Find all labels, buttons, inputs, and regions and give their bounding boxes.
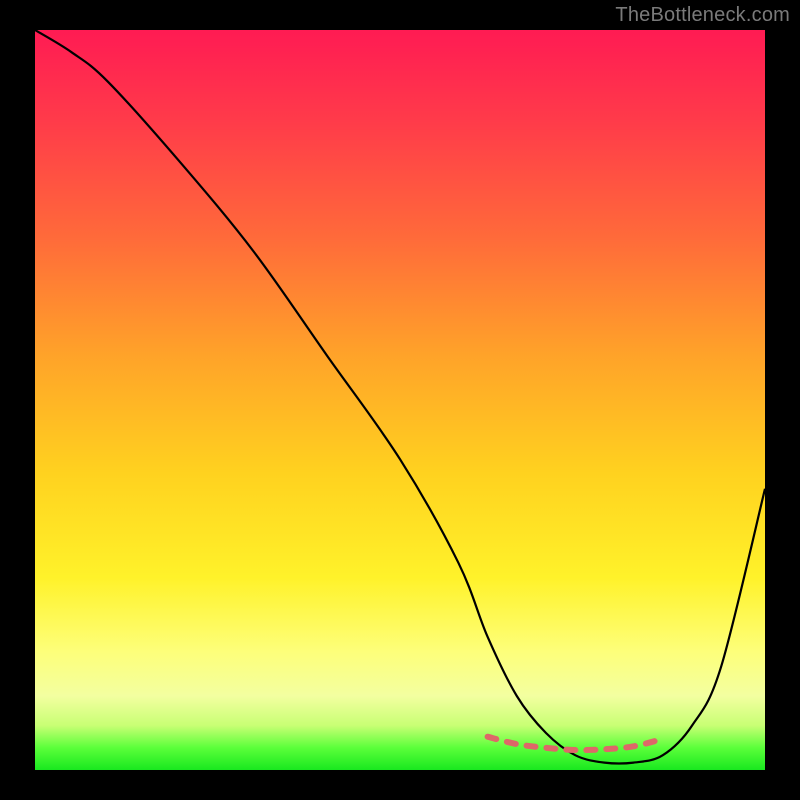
plot-area (35, 30, 765, 770)
curve-layer (35, 30, 765, 770)
watermark-text: TheBottleneck.com (615, 4, 790, 27)
bottom-marker-curve (488, 737, 663, 750)
bottleneck-curve (35, 30, 765, 764)
chart-root: TheBottleneck.com (0, 0, 800, 800)
